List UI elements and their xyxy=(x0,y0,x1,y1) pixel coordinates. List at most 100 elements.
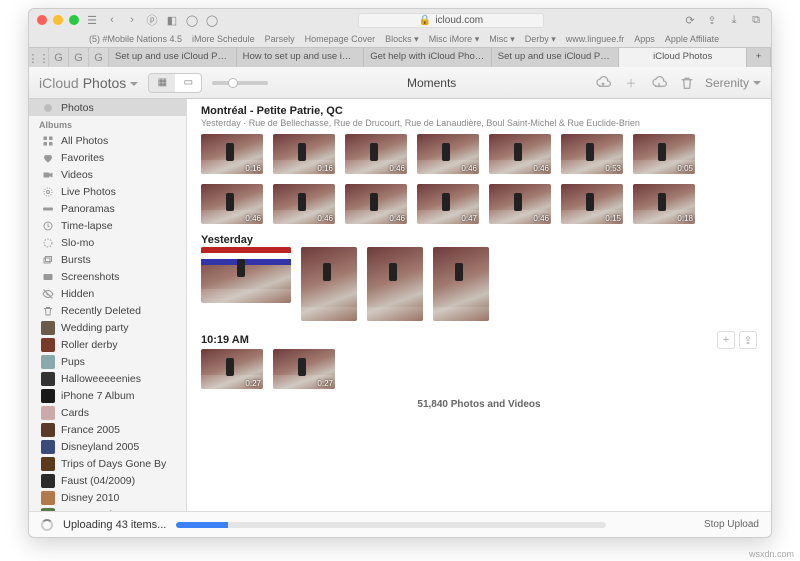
photo-thumbnail[interactable]: 0:16 xyxy=(201,134,263,174)
bookmark-item[interactable]: Blocks ▾ xyxy=(385,34,419,45)
sidebar-item[interactable]: Recently Deleted xyxy=(29,302,186,319)
add-icon[interactable]: ＋ xyxy=(623,75,639,91)
sidebar-item-photos[interactable]: Photos xyxy=(29,99,186,116)
sidebar-item[interactable]: Disneyland 2005 xyxy=(29,438,186,455)
bookmark-item[interactable]: (5) #Mobile Nations 4.5 xyxy=(89,34,182,44)
zoom-slider[interactable] xyxy=(212,81,268,85)
bookmark-item[interactable]: www.linguee.fr xyxy=(566,34,625,44)
browser-tab[interactable]: Set up and use iCloud Photo Li... xyxy=(492,48,620,67)
sidebar-toggle-icon[interactable]: ☰ xyxy=(85,13,99,27)
back-icon[interactable]: ‹ xyxy=(105,13,119,27)
user-menu[interactable]: Serenity xyxy=(705,76,761,90)
circle-icon[interactable]: ◯ xyxy=(185,13,199,27)
new-tab-button[interactable]: + xyxy=(747,48,771,67)
sidebar-item[interactable]: Wedding party xyxy=(29,319,186,336)
photos-icon xyxy=(41,101,55,115)
close-window-icon[interactable] xyxy=(37,15,47,25)
g-icon[interactable]: G xyxy=(49,48,69,68)
photo-thumbnail[interactable]: 0:46 xyxy=(345,184,407,224)
video-duration: 0:46 xyxy=(389,214,405,223)
sidebar-item-label: Time-lapse xyxy=(61,220,113,232)
browser-tab[interactable]: iCloud Photos xyxy=(619,48,747,67)
photo-thumbnail[interactable]: 0:15 xyxy=(561,184,623,224)
share-moment-button[interactable]: ⇪ xyxy=(739,331,757,349)
circle2-icon[interactable]: ◯ xyxy=(205,13,219,27)
window-controls[interactable] xyxy=(37,15,79,25)
tabs-icon[interactable]: ⧉ xyxy=(749,13,763,27)
sidebar-item[interactable]: Roller derby xyxy=(29,336,186,353)
g-icon[interactable]: G xyxy=(69,48,89,68)
bookmark-item[interactable]: Parsely xyxy=(265,34,295,44)
photo-thumbnail[interactable]: 0:46 xyxy=(489,184,551,224)
minimize-window-icon[interactable] xyxy=(53,15,63,25)
photo-thumbnail[interactable]: 0:46 xyxy=(345,134,407,174)
sidebar-item[interactable]: Panoramas xyxy=(29,200,186,217)
browser-tab[interactable]: How to set up and use iCloud... xyxy=(237,48,365,67)
photo-thumbnail[interactable] xyxy=(433,247,489,321)
sidebar-item[interactable]: Favorites xyxy=(29,149,186,166)
sidebar-item[interactable]: Videos xyxy=(29,166,186,183)
reload-icon[interactable]: ⟳ xyxy=(683,13,697,27)
bookmark-item[interactable]: Homepage Cover xyxy=(305,34,376,44)
photo-thumbnail[interactable]: 0:27 xyxy=(273,349,335,389)
download-selected-icon[interactable] xyxy=(651,75,667,91)
grid-view-button[interactable]: ▦ xyxy=(149,74,175,92)
bookmark-item[interactable]: iMore Schedule xyxy=(192,34,255,44)
sidebar-item[interactable]: Disney 2010 xyxy=(29,489,186,506)
download-icon[interactable]: ⤓ xyxy=(727,13,741,27)
sidebar-item-label: France 2005 xyxy=(61,424,120,436)
g-icon[interactable]: G xyxy=(89,48,109,68)
sidebar-item[interactable]: Halloweeeeenies xyxy=(29,370,186,387)
sidebar-item[interactable]: Screenshots xyxy=(29,268,186,285)
bookmark-item[interactable]: Misc iMore ▾ xyxy=(429,34,480,45)
photo-thumbnail[interactable]: 0:05 xyxy=(633,134,695,174)
sidebar-item[interactable]: Pups xyxy=(29,353,186,370)
trash-icon[interactable] xyxy=(679,75,695,91)
photo-thumbnail[interactable]: 0:46 xyxy=(273,184,335,224)
single-view-button[interactable]: ▭ xyxy=(175,74,201,92)
stop-upload-button[interactable]: Stop Upload xyxy=(704,519,759,530)
sidebar-item[interactable]: iPhone 7 Album xyxy=(29,387,186,404)
add-to-album-button[interactable]: + xyxy=(717,331,735,349)
photo-thumbnail[interactable]: 0:46 xyxy=(201,184,263,224)
content-area[interactable]: Montréal - Petite Patrie, QCYesterday · … xyxy=(187,99,771,511)
bookmark-item[interactable]: Apps xyxy=(634,34,655,44)
browser-tab[interactable]: Get help with iCloud Photo Li... xyxy=(364,48,492,67)
photo-thumbnail[interactable] xyxy=(367,247,423,321)
forward-icon[interactable]: › xyxy=(125,13,139,27)
sidebar-item[interactable]: All Photos xyxy=(29,132,186,149)
photo-thumbnail[interactable]: 0:18 xyxy=(633,184,695,224)
photo-thumbnail[interactable]: 0:53 xyxy=(561,134,623,174)
sidebar-item[interactable]: Time-lapse xyxy=(29,217,186,234)
address-bar[interactable]: 🔒 icloud.com xyxy=(358,13,544,28)
sidebar-item[interactable]: Hidden xyxy=(29,285,186,302)
tab-group-icon[interactable]: ⋮⋮ xyxy=(29,48,49,68)
bookmark-item[interactable]: Misc ▾ xyxy=(489,34,515,45)
photo-thumbnail[interactable]: 0:46 xyxy=(489,134,551,174)
photo-thumbnail[interactable]: 0:27 xyxy=(201,349,263,389)
sidebar-item[interactable]: Slo-mo xyxy=(29,234,186,251)
zoom-window-icon[interactable] xyxy=(69,15,79,25)
app-brand[interactable]: iCloud Photos xyxy=(39,75,138,91)
pinterest-icon[interactable]: ⓟ xyxy=(145,13,159,27)
photo-thumbnail[interactable]: 0:46 xyxy=(417,134,479,174)
sidebar-item[interactable]: Trips of Days Gone By xyxy=(29,455,186,472)
upload-icon[interactable] xyxy=(595,75,611,91)
sidebar-item[interactable]: Bursts xyxy=(29,251,186,268)
photo-thumbnail[interactable]: 0:16 xyxy=(273,134,335,174)
share-icon[interactable]: ⇪ xyxy=(705,13,719,27)
bookmark-item[interactable]: Derby ▾ xyxy=(525,34,556,45)
photo-thumbnail[interactable]: 0:47 xyxy=(417,184,479,224)
browser-tab[interactable]: Set up and use iCloud Photo L... xyxy=(109,48,237,67)
sidebar-item[interactable]: France 2005 xyxy=(29,421,186,438)
sidebar-item[interactable]: Faust (04/2009) xyxy=(29,472,186,489)
photo-thumbnail[interactable] xyxy=(301,247,357,321)
view-mode-segmented[interactable]: ▦ ▭ xyxy=(148,73,202,93)
sidebar-item[interactable]: Live Photos xyxy=(29,183,186,200)
album-swatch-icon xyxy=(41,423,55,437)
video-duration: 0:16 xyxy=(317,164,333,173)
evernote-icon[interactable]: ◧ xyxy=(165,13,179,27)
bookmark-item[interactable]: Apple Affiliate xyxy=(665,34,719,44)
sidebar-item[interactable]: Cards xyxy=(29,404,186,421)
photo-thumbnail[interactable] xyxy=(201,247,291,303)
